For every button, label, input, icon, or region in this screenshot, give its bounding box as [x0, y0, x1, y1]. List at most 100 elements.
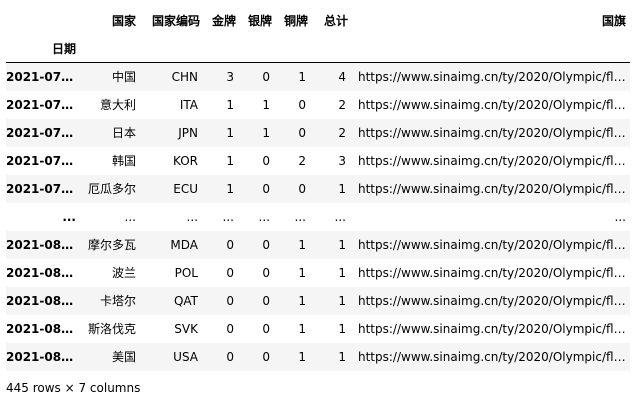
cell-gold: 0 [226, 349, 234, 364]
cell-country: 卡塔尔 [99, 294, 136, 308]
header-row: 国家 国家编码 金牌 银牌 铜牌 总计 国旗 [6, 6, 630, 34]
table-row: 2021-07-24 厄瓜多尔 ECU 1 0 0 1 https://www.sinaimg… [6, 174, 630, 203]
row-index-date: 2021-07-24 [6, 153, 80, 168]
column-header: 铜牌 [283, 13, 308, 28]
table-row: 2021-07-24 意大利 ITA 1 1 0 2 https://www.sinaimg.… [6, 91, 630, 119]
cell-total: 1 [338, 181, 346, 196]
cell-flag: https://www.sinaimg.cn/ty/2020/Olympic/f… [358, 69, 630, 84]
cell-total: ... [334, 209, 346, 224]
cell-flag: https://www.sinaimg.cn/ty/2020/Olympic/f… [358, 181, 630, 196]
cell-country: 波兰 [111, 266, 136, 280]
column-header: 总计 [323, 13, 348, 28]
row-index-date: 2021-07-24 [6, 97, 80, 112]
cell-country: 美国 [111, 350, 136, 364]
cell-silver: 0 [262, 349, 270, 364]
row-index-date: 2021-07-24 [6, 181, 80, 196]
cell-code: USA [173, 349, 198, 364]
cell-gold: 1 [226, 153, 234, 168]
table-row: 2021-08-07 卡塔尔 QAT 0 0 1 1 https://www.sinaimg.… [6, 286, 630, 315]
cell-gold: 1 [226, 97, 234, 112]
cell-bronze: 0 [298, 125, 306, 140]
cell-gold: 0 [226, 293, 234, 308]
cell-silver: 1 [262, 97, 270, 112]
cell-total: 1 [338, 321, 346, 336]
cell-silver: 0 [262, 321, 270, 336]
cell-silver: 0 [262, 265, 270, 280]
cell-gold: 3 [226, 69, 234, 84]
cell-code: JPN [178, 125, 198, 140]
column-header: 金牌 [211, 13, 236, 28]
cell-silver: ... [258, 209, 270, 224]
table-row: 2021-08-07 摩尔多瓦 MDA 0 0 1 1 https://www.sinaimg… [6, 230, 630, 259]
cell-bronze: 1 [298, 293, 306, 308]
cell-total: 4 [338, 69, 346, 84]
cell-bronze: 1 [298, 69, 306, 84]
table-row: ........................ [6, 203, 630, 231]
cell-flag: https://www.sinaimg.cn/ty/2020/Olympic/f… [358, 265, 630, 280]
cell-bronze: 1 [298, 349, 306, 364]
table-row: 2021-08-07 美国 USA 0 0 1 1 https://www.sinaimg.c… [6, 342, 630, 371]
cell-bronze: 1 [298, 321, 306, 336]
cell-gold: 1 [226, 125, 234, 140]
cell-code: ECU [173, 181, 198, 196]
cell-gold: 0 [226, 237, 234, 252]
cell-country: ... [124, 209, 136, 224]
cell-code: ITA [179, 97, 198, 112]
cell-flag: ... [614, 209, 626, 224]
header-corner [6, 6, 80, 34]
row-index-date: 2021-08-07 [6, 293, 80, 308]
cell-code: KOR [173, 153, 198, 168]
cell-country: 厄瓜多尔 [87, 182, 136, 196]
cell-total: 2 [338, 125, 346, 140]
cell-country: 斯洛伐克 [87, 322, 136, 336]
cell-flag: https://www.sinaimg.cn/ty/2020/Olympic/f… [358, 237, 630, 252]
table-row: 2021-07-24 日本 JPN 1 1 0 2 https://www.sinaimg.c… [6, 118, 630, 147]
column-header: 银牌 [247, 13, 272, 28]
cell-flag: https://www.sinaimg.cn/ty/2020/Olympic/f… [358, 125, 630, 140]
cell-gold: ... [222, 209, 234, 224]
cell-bronze: 1 [298, 265, 306, 280]
cell-silver: 0 [262, 293, 270, 308]
cell-country: 摩尔多瓦 [87, 238, 136, 252]
cell-code: MDA [170, 237, 198, 252]
table-row: 2021-07-24 中国 CHN 3 0 1 4 https://www.sinaimg.c… [6, 62, 630, 91]
cell-bronze: ... [294, 209, 306, 224]
cell-code: ... [186, 209, 198, 224]
cell-country: 中国 [111, 70, 136, 85]
row-index-date: 2021-08-07 [6, 265, 80, 280]
table-row: 2021-08-07 波兰 POL 0 0 1 1 https://www.sinaimg.c… [6, 259, 630, 287]
cell-country: 韩国 [111, 154, 136, 168]
column-header: 国家 [111, 13, 136, 28]
cell-flag: https://www.sinaimg.cn/ty/2020/Olympic/f… [358, 293, 630, 308]
cell-code: CHN [171, 69, 198, 84]
cell-flag: https://www.sinaimg.cn/ty/2020/Olympic/f… [358, 321, 630, 336]
cell-code: SVK [174, 321, 198, 336]
cell-gold: 1 [226, 181, 234, 196]
cell-bronze: 1 [298, 237, 306, 252]
cell-flag: https://www.sinaimg.cn/ty/2020/Olympic/f… [358, 97, 630, 112]
cell-total: 3 [338, 153, 346, 168]
dataframe-table: 国家 国家编码 金牌 银牌 铜牌 总计 国旗 日期 2021-07-24 中国 CH… [6, 6, 630, 371]
dataframe-shape-summary: 445 rows × 7 columns [6, 381, 141, 395]
cell-bronze: 0 [298, 97, 306, 112]
cell-silver: 1 [262, 125, 270, 140]
row-index-date: 2021-07-24 [6, 125, 80, 140]
row-index-date: 2021-08-07 [6, 349, 80, 364]
cell-total: 1 [338, 293, 346, 308]
cell-code: QAT [173, 293, 198, 308]
cell-gold: 0 [226, 321, 234, 336]
cell-country: 日本 [111, 126, 136, 140]
cell-total: 1 [338, 349, 346, 364]
cell-flag: https://www.sinaimg.cn/ty/2020/Olympic/f… [358, 349, 630, 364]
cell-silver: 0 [262, 69, 270, 84]
cell-code: POL [174, 265, 198, 280]
table-row: 2021-07-24 韩国 KOR 1 0 2 3 https://www.sinaimg.c… [6, 147, 630, 175]
dataframe-output: 国家 国家编码 金牌 银牌 铜牌 总计 国旗 日期 2021-07-24 中国 CH… [6, 6, 630, 371]
cell-bronze: 2 [298, 153, 306, 168]
row-index-date: 2021-07-24 [6, 69, 80, 84]
cell-silver: 0 [262, 153, 270, 168]
cell-total: 1 [338, 265, 346, 280]
cell-total: 1 [338, 237, 346, 252]
row-index-date: 2021-08-07 [6, 321, 80, 336]
cell-gold: 0 [226, 265, 234, 280]
